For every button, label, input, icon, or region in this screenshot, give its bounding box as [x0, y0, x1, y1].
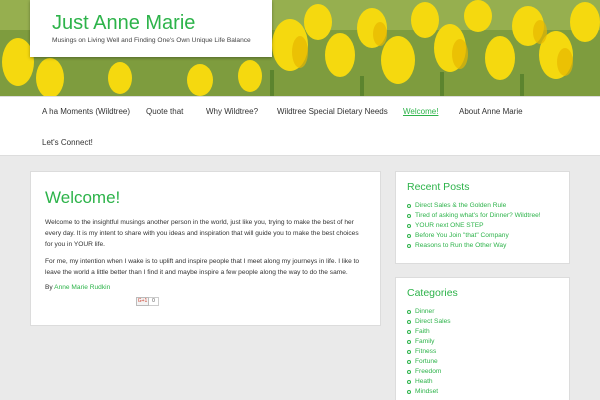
recent-post-item[interactable]: Direct Sales & the Golden Rule: [407, 201, 558, 211]
recent-post-item[interactable]: Before You Join "that" Company: [407, 231, 558, 241]
circle-bullet-icon: [407, 380, 411, 384]
recent-post-item[interactable]: Tired of asking what's for Dinner? Wildt…: [407, 211, 558, 221]
author-link[interactable]: Anne Marie Rudkin: [54, 284, 110, 291]
post-byline: By Anne Marie Rudkin: [45, 284, 366, 291]
nav-item-aha-moments[interactable]: A ha Moments (Wildtree): [42, 107, 130, 116]
post-paragraph-2: For me, my intention when I wake is to u…: [45, 258, 360, 276]
category-label[interactable]: Heath: [415, 378, 433, 385]
recent-post-label[interactable]: YOUR next ONE STEP: [415, 222, 484, 229]
circle-bullet-icon: [407, 360, 411, 364]
circle-bullet-icon: [407, 224, 411, 228]
main-navigation: A ha Moments (Wildtree) Quote that Why W…: [0, 96, 600, 156]
circle-bullet-icon: [407, 350, 411, 354]
site-title[interactable]: Just Anne Marie: [52, 11, 272, 35]
recent-post-label[interactable]: Tired of asking what's for Dinner? Wildt…: [415, 212, 541, 219]
category-label[interactable]: Fitness: [415, 348, 436, 355]
post-article: Welcome! Welcome to the insightful musin…: [30, 171, 381, 326]
post-title: Welcome!: [45, 188, 121, 207]
recent-posts-list: Direct Sales & the Golden Rule Tired of …: [407, 201, 558, 251]
nav-item-welcome[interactable]: Welcome!: [403, 107, 438, 116]
category-item[interactable]: Dinner: [407, 307, 558, 317]
recent-post-label[interactable]: Reasons to Run the Other Way: [415, 242, 506, 249]
gplus-one-button[interactable]: G+1: [136, 297, 149, 306]
circle-bullet-icon: [407, 330, 411, 334]
gplus-count: 0: [149, 297, 159, 306]
post-paragraph-1: Welcome to the insightful musings anothe…: [45, 219, 359, 248]
nav-item-why-wildtree[interactable]: Why Wildtree?: [206, 107, 258, 116]
category-item[interactable]: Heath: [407, 377, 558, 387]
header-banner: Just Anne Marie Musings on Living Well a…: [0, 0, 600, 96]
categories-widget: Categories Dinner Direct Sales Faith Fam…: [395, 277, 570, 400]
category-label[interactable]: Dinner: [415, 308, 434, 315]
category-label[interactable]: Fortune: [415, 358, 438, 365]
nav-item-quote-that[interactable]: Quote that: [146, 107, 183, 116]
circle-bullet-icon: [407, 214, 411, 218]
nav-item-special-dietary-needs[interactable]: Wildtree Special Dietary Needs: [277, 107, 388, 116]
circle-bullet-icon: [407, 204, 411, 208]
recent-post-label[interactable]: Before You Join "that" Company: [415, 232, 509, 239]
category-item[interactable]: Mindset: [407, 387, 558, 397]
site-tagline: Musings on Living Well and Finding One's…: [52, 37, 251, 44]
category-item[interactable]: Direct Sales: [407, 317, 558, 327]
category-item[interactable]: Family: [407, 337, 558, 347]
recent-post-item[interactable]: YOUR next ONE STEP: [407, 221, 558, 231]
nav-item-about-anne-marie[interactable]: About Anne Marie: [459, 107, 523, 116]
circle-bullet-icon: [407, 390, 411, 394]
categories-title: Categories: [407, 287, 458, 299]
nav-item-lets-connect[interactable]: Let's Connect!: [42, 138, 93, 147]
recent-posts-title: Recent Posts: [407, 181, 470, 193]
category-item[interactable]: Fortune: [407, 357, 558, 367]
category-label[interactable]: Faith: [415, 328, 430, 335]
category-label[interactable]: Freedom: [415, 368, 441, 375]
gplus-share: G+1 0: [136, 297, 159, 306]
circle-bullet-icon: [407, 244, 411, 248]
circle-bullet-icon: [407, 320, 411, 324]
category-item[interactable]: Fitness: [407, 347, 558, 357]
circle-bullet-icon: [407, 370, 411, 374]
categories-list: Dinner Direct Sales Faith Family Fitness…: [407, 307, 558, 397]
site-branding: Just Anne Marie Musings on Living Well a…: [30, 0, 272, 57]
recent-post-item[interactable]: Reasons to Run the Other Way: [407, 241, 558, 251]
circle-bullet-icon: [407, 310, 411, 314]
recent-post-label[interactable]: Direct Sales & the Golden Rule: [415, 202, 506, 209]
circle-bullet-icon: [407, 340, 411, 344]
category-label[interactable]: Family: [415, 338, 434, 345]
circle-bullet-icon: [407, 234, 411, 238]
recent-posts-widget: Recent Posts Direct Sales & the Golden R…: [395, 171, 570, 264]
category-label[interactable]: Mindset: [415, 388, 438, 395]
byline-prefix: By: [45, 284, 53, 291]
category-item[interactable]: Faith: [407, 327, 558, 337]
category-label[interactable]: Direct Sales: [415, 318, 451, 325]
category-item[interactable]: Freedom: [407, 367, 558, 377]
